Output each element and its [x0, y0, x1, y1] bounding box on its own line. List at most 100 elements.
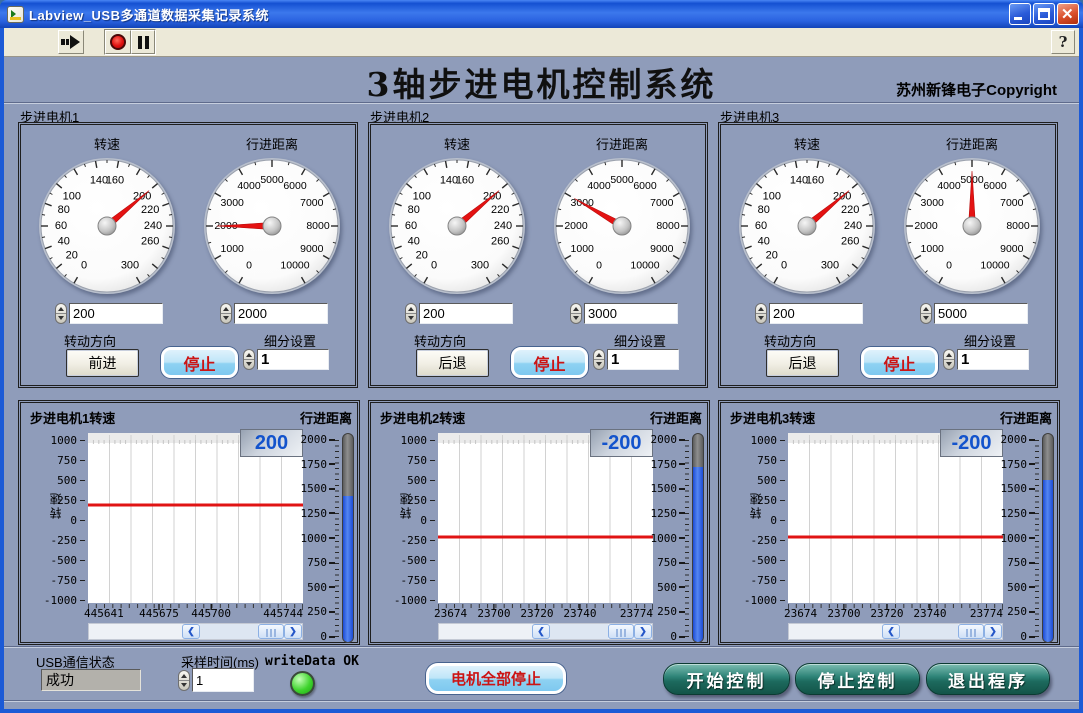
subdivision-input[interactable]: [957, 349, 1029, 370]
subdivision-spinner[interactable]: [243, 349, 255, 370]
close-button[interactable]: ✕: [1057, 3, 1079, 25]
speed-spinner[interactable]: [55, 303, 67, 324]
direction-label: 转动方向: [764, 334, 817, 349]
speed-gauge[interactable]: 020406080100140160200220240260300: [732, 151, 882, 301]
scrollbar-track[interactable]: [550, 624, 608, 639]
spin-up-icon[interactable]: [594, 350, 604, 360]
window-title: Labview_USB多通道数据采集记录系统: [29, 7, 269, 23]
chart-panel: 步进电机3转速 行进距离 转速 1000 750 500 250 0 -250 -500 -7…: [718, 400, 1060, 645]
y-tick-label: 250: [757, 494, 785, 507]
spin-up-icon[interactable]: [244, 350, 254, 360]
motor-stop-button[interactable]: 停止: [861, 347, 938, 378]
y-axis-ticks: 1000 750 500 250 0 -250 -500 -750 -1000: [21, 433, 85, 613]
abort-button[interactable]: [105, 30, 131, 54]
sample-time-spinner[interactable]: [178, 669, 190, 691]
start-control-button[interactable]: 开始控制: [663, 663, 790, 695]
spin-up-icon[interactable]: [56, 304, 66, 314]
speed-input[interactable]: [69, 303, 163, 324]
svg-text:8000: 8000: [1006, 220, 1030, 232]
spin-up-icon[interactable]: [406, 304, 416, 314]
slider-tick-label: 500: [307, 581, 335, 594]
spin-down-icon[interactable]: [179, 681, 189, 690]
stop-all-motors-button[interactable]: 电机全部停止: [426, 663, 566, 694]
speed-input[interactable]: [419, 303, 513, 324]
spin-down-icon[interactable]: [406, 314, 416, 323]
spin-down-icon[interactable]: [571, 314, 581, 323]
distance-slider-fill: [693, 466, 703, 642]
motor-stop-button[interactable]: 停止: [511, 347, 588, 378]
svg-text:3000: 3000: [921, 197, 945, 209]
scrollbar-thumb[interactable]: [258, 624, 284, 639]
subdivision-spinner[interactable]: [943, 349, 955, 370]
speed-gauge[interactable]: 020406080100140160200220240260300: [32, 151, 182, 301]
svg-text:9000: 9000: [300, 243, 324, 255]
spin-down-icon[interactable]: [594, 360, 604, 369]
spin-up-icon[interactable]: [756, 304, 766, 314]
speed-strip-chart: [438, 433, 653, 610]
distance-gauge[interactable]: 0100020003000400050006000700080009000100…: [897, 151, 1047, 301]
svg-text:300: 300: [821, 260, 839, 272]
help-button[interactable]: ?: [1051, 30, 1075, 54]
distance-input[interactable]: [234, 303, 328, 324]
speed-spinner[interactable]: [405, 303, 417, 324]
pause-icon: [137, 35, 149, 49]
svg-text:80: 80: [758, 204, 770, 216]
spin-down-icon[interactable]: [921, 314, 931, 323]
spin-up-icon[interactable]: [921, 304, 931, 314]
svg-text:0: 0: [246, 260, 252, 272]
scroll-left-button[interactable]: ❮: [182, 624, 200, 639]
spin-down-icon[interactable]: [756, 314, 766, 323]
direction-toggle-button[interactable]: 后退: [766, 349, 839, 377]
distance-spinner[interactable]: [220, 303, 232, 324]
distance-gauge[interactable]: 0100020003000400050006000700080009000100…: [547, 151, 697, 301]
subdivision-input[interactable]: [257, 349, 329, 370]
scrollbar-thumb[interactable]: [608, 624, 634, 639]
spin-down-icon[interactable]: [56, 314, 66, 323]
scrollbar-track[interactable]: [200, 624, 258, 639]
pause-button[interactable]: [131, 30, 155, 54]
spin-down-icon[interactable]: [221, 314, 231, 323]
minimize-button[interactable]: [1009, 3, 1031, 25]
stop-control-button[interactable]: 停止控制: [795, 663, 920, 695]
spin-up-icon[interactable]: [179, 671, 189, 681]
distance-input-control: [220, 303, 328, 324]
speed-spinner[interactable]: [755, 303, 767, 324]
distance-input[interactable]: [584, 303, 678, 324]
exit-program-button[interactable]: 退出程序: [926, 663, 1050, 695]
copyright-text: 苏州新锋电子Copyright: [896, 82, 1057, 99]
speed-gauge[interactable]: 020406080100140160200220240260300: [382, 151, 532, 301]
direction-toggle-button[interactable]: 后退: [416, 349, 489, 377]
distance-input[interactable]: [934, 303, 1028, 324]
scrollbar-track[interactable]: [900, 624, 958, 639]
spin-up-icon[interactable]: [944, 350, 954, 360]
scroll-left-button[interactable]: ❮: [532, 624, 550, 639]
speed-input[interactable]: [769, 303, 863, 324]
spin-down-icon[interactable]: [244, 360, 254, 369]
scroll-left-button[interactable]: ❮: [882, 624, 900, 639]
scrollbar-thumb[interactable]: [958, 624, 984, 639]
distance-gauge[interactable]: 0100020003000400050006000700080009000100…: [197, 151, 347, 301]
slider-tick-label: 250: [657, 605, 685, 618]
chart-title: 步进电机1转速: [30, 411, 116, 426]
spin-down-icon[interactable]: [944, 360, 954, 369]
motor-stop-button[interactable]: 停止: [161, 347, 238, 378]
svg-text:0: 0: [596, 260, 602, 272]
distance-slider-fill: [343, 496, 353, 642]
distance-spinner[interactable]: [920, 303, 932, 324]
spin-up-icon[interactable]: [571, 304, 581, 314]
sample-time-input[interactable]: [192, 668, 254, 692]
svg-text:9000: 9000: [1000, 243, 1024, 255]
slider-tick-label: 1750: [651, 458, 685, 471]
spin-up-icon[interactable]: [221, 304, 231, 314]
direction-toggle-button[interactable]: 前进: [66, 349, 139, 377]
subdivision-spinner[interactable]: [593, 349, 605, 370]
maximize-button[interactable]: [1033, 3, 1055, 25]
distance-spinner[interactable]: [570, 303, 582, 324]
subdivision-input[interactable]: [607, 349, 679, 370]
toolbar: ?: [4, 28, 1079, 57]
y-tick-label: -250: [751, 534, 785, 547]
svg-text:10000: 10000: [980, 260, 1009, 272]
run-button[interactable]: [58, 30, 84, 54]
svg-text:260: 260: [141, 236, 159, 248]
y-tick-label: 0: [770, 514, 785, 527]
